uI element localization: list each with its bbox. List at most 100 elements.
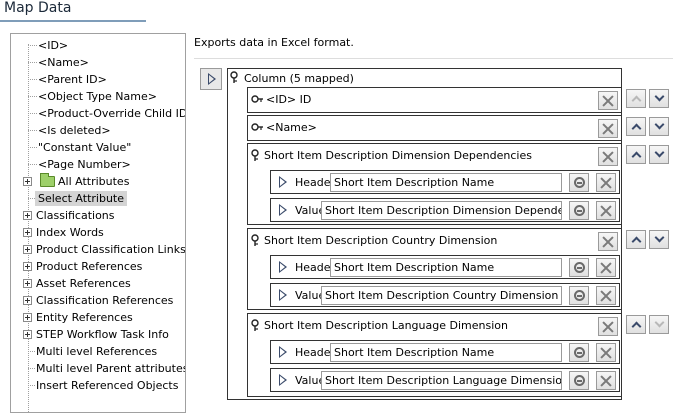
remove-button[interactable] (596, 258, 616, 277)
attribute-tree[interactable]: <ID> <Name> <Parent ID> <Object Type Nam… (10, 33, 186, 413)
tree-item-parent-id[interactable]: <Parent ID> (11, 71, 185, 88)
expand-plus-icon[interactable] (23, 296, 32, 305)
mapping-group-title: Short Item Description Country Dimension (264, 234, 498, 247)
move-up-button[interactable] (626, 230, 646, 249)
expand-plus-icon[interactable] (23, 313, 32, 322)
move-down-button[interactable] (649, 89, 669, 108)
value-mapping-row[interactable]: Value Short Item Description Dimension D… (270, 198, 620, 222)
tree-item-label: STEP Workflow Task Info (36, 328, 169, 341)
move-up-button[interactable] (626, 145, 646, 164)
link-button[interactable] (569, 173, 589, 192)
tree-item-label: Product Classification Links (36, 243, 186, 256)
expand-plus-icon[interactable] (23, 279, 32, 288)
mapping-row-label: <ID> ID (266, 93, 312, 106)
remove-button[interactable] (596, 286, 616, 305)
move-up-button[interactable] (626, 315, 646, 334)
tree-item-classifications[interactable]: Classifications (11, 207, 185, 224)
tree-item-is-deleted[interactable]: <Is deleted> (11, 122, 185, 139)
header-mapping-row[interactable]: Header Short Item Description Name (270, 170, 620, 194)
link-button[interactable] (569, 286, 589, 305)
play-icon (279, 176, 287, 188)
tree-item-all-attributes[interactable]: All Attributes (11, 173, 185, 190)
header-mapping-row[interactable]: Header Short Item Description Name (270, 340, 620, 364)
header-mapping-row[interactable]: Header Short Item Description Name (270, 255, 620, 279)
tree-item-name[interactable]: <Name> (11, 54, 185, 71)
tree-item-entity-references[interactable]: Entity References (11, 309, 185, 326)
chevron-up-icon (631, 95, 642, 106)
tree-item-object-type-name[interactable]: <Object Type Name> (11, 88, 185, 105)
tree-item-select-attribute[interactable]: Select Attribute (11, 190, 185, 207)
tree-item-label: Product References (36, 260, 143, 273)
tree-item-multi-level-references[interactable]: Multi level References (11, 343, 185, 360)
move-down-button[interactable] (649, 230, 669, 249)
value-mapping-row[interactable]: Value Short Item Description Country Dim… (270, 283, 620, 307)
expand-plus-icon[interactable] (23, 177, 32, 186)
link-icon (574, 262, 585, 273)
tree-item-label: Select Attribute (35, 191, 128, 206)
tree-item-label: "Constant Value" (38, 141, 132, 154)
header-value-field[interactable]: Short Item Description Name (330, 173, 562, 192)
play-icon (279, 204, 287, 216)
expand-plus-icon[interactable] (23, 262, 32, 271)
chevron-down-icon (654, 232, 665, 243)
link-button[interactable] (569, 258, 589, 277)
mapping-row-label: <Name> (266, 121, 317, 134)
link-icon (574, 375, 585, 386)
tree-item-constant-value[interactable]: "Constant Value" (11, 139, 185, 156)
mapping-row-name[interactable]: <Name> (247, 115, 622, 141)
link-button[interactable] (569, 343, 589, 362)
key-icon (251, 234, 259, 246)
remove-button[interactable] (598, 147, 618, 166)
value-value-field[interactable]: Short Item Description Country Dimension (321, 286, 562, 305)
remove-button[interactable] (596, 371, 616, 390)
mapping-group-title: Short Item Description Dimension Depende… (264, 149, 532, 162)
expand-plus-icon[interactable] (23, 330, 32, 339)
tree-item-label: Multi level References (36, 345, 158, 358)
tree-item-step-workflow-task-info[interactable]: STEP Workflow Task Info (11, 326, 185, 343)
chevron-down-icon (654, 317, 665, 328)
tree-item-product-classification-links[interactable]: Product Classification Links (11, 241, 186, 258)
remove-button[interactable] (596, 201, 616, 220)
chevron-up-icon (631, 236, 642, 247)
tree-item-id[interactable]: <ID> (11, 37, 185, 54)
link-button[interactable] (569, 371, 589, 390)
tree-item-asset-references[interactable]: Asset References (11, 275, 185, 292)
remove-button[interactable] (596, 343, 616, 362)
move-up-button[interactable] (626, 89, 646, 108)
move-down-button[interactable] (649, 145, 669, 164)
tree-item-index-words[interactable]: Index Words (11, 224, 185, 241)
remove-button[interactable] (598, 91, 618, 110)
tree-item-product-references[interactable]: Product References (11, 258, 185, 275)
header-value-field[interactable]: Short Item Description Name (330, 258, 562, 277)
tree-item-multi-level-parent-attributes[interactable]: Multi level Parent attributes (11, 360, 185, 377)
description-text: Exports data in Excel format. (194, 36, 354, 49)
link-button[interactable] (569, 201, 589, 220)
folder-icon (40, 173, 55, 187)
value-mapping-row[interactable]: Value Short Item Description Language Di… (270, 368, 620, 392)
remove-button[interactable] (598, 119, 618, 138)
expand-column-button[interactable] (200, 68, 222, 90)
move-down-button[interactable] (649, 315, 669, 334)
move-up-button[interactable] (626, 117, 646, 136)
header-value-field[interactable]: Short Item Description Name (330, 343, 562, 362)
tree-item-product-override-child-id[interactable]: <Product-Override Child ID> (11, 105, 185, 122)
tree-item-label: <Parent ID> (38, 73, 107, 86)
play-icon (279, 289, 287, 301)
tree-item-page-number[interactable]: <Page Number> (11, 156, 185, 173)
expand-plus-icon[interactable] (23, 211, 32, 220)
chevron-down-icon (654, 147, 665, 158)
remove-button[interactable] (596, 173, 616, 192)
remove-button[interactable] (598, 317, 618, 336)
tree-item-label: <Page Number> (38, 158, 131, 171)
remove-button[interactable] (598, 232, 618, 251)
move-down-button[interactable] (649, 117, 669, 136)
mapping-row-id[interactable]: <ID> ID (247, 87, 622, 113)
tree-item-classification-references[interactable]: Classification References (11, 292, 185, 309)
tree-item-insert-referenced-objects[interactable]: Insert Referenced Objects (11, 377, 185, 394)
divider (194, 58, 673, 59)
expand-plus-icon[interactable] (23, 245, 32, 254)
value-value-field[interactable]: Short Item Description Dimension Depende… (321, 201, 562, 220)
expand-plus-icon[interactable] (23, 228, 32, 237)
value-value-field[interactable]: Short Item Description Language Dimensio… (321, 371, 562, 390)
chevron-up-icon (631, 123, 642, 134)
